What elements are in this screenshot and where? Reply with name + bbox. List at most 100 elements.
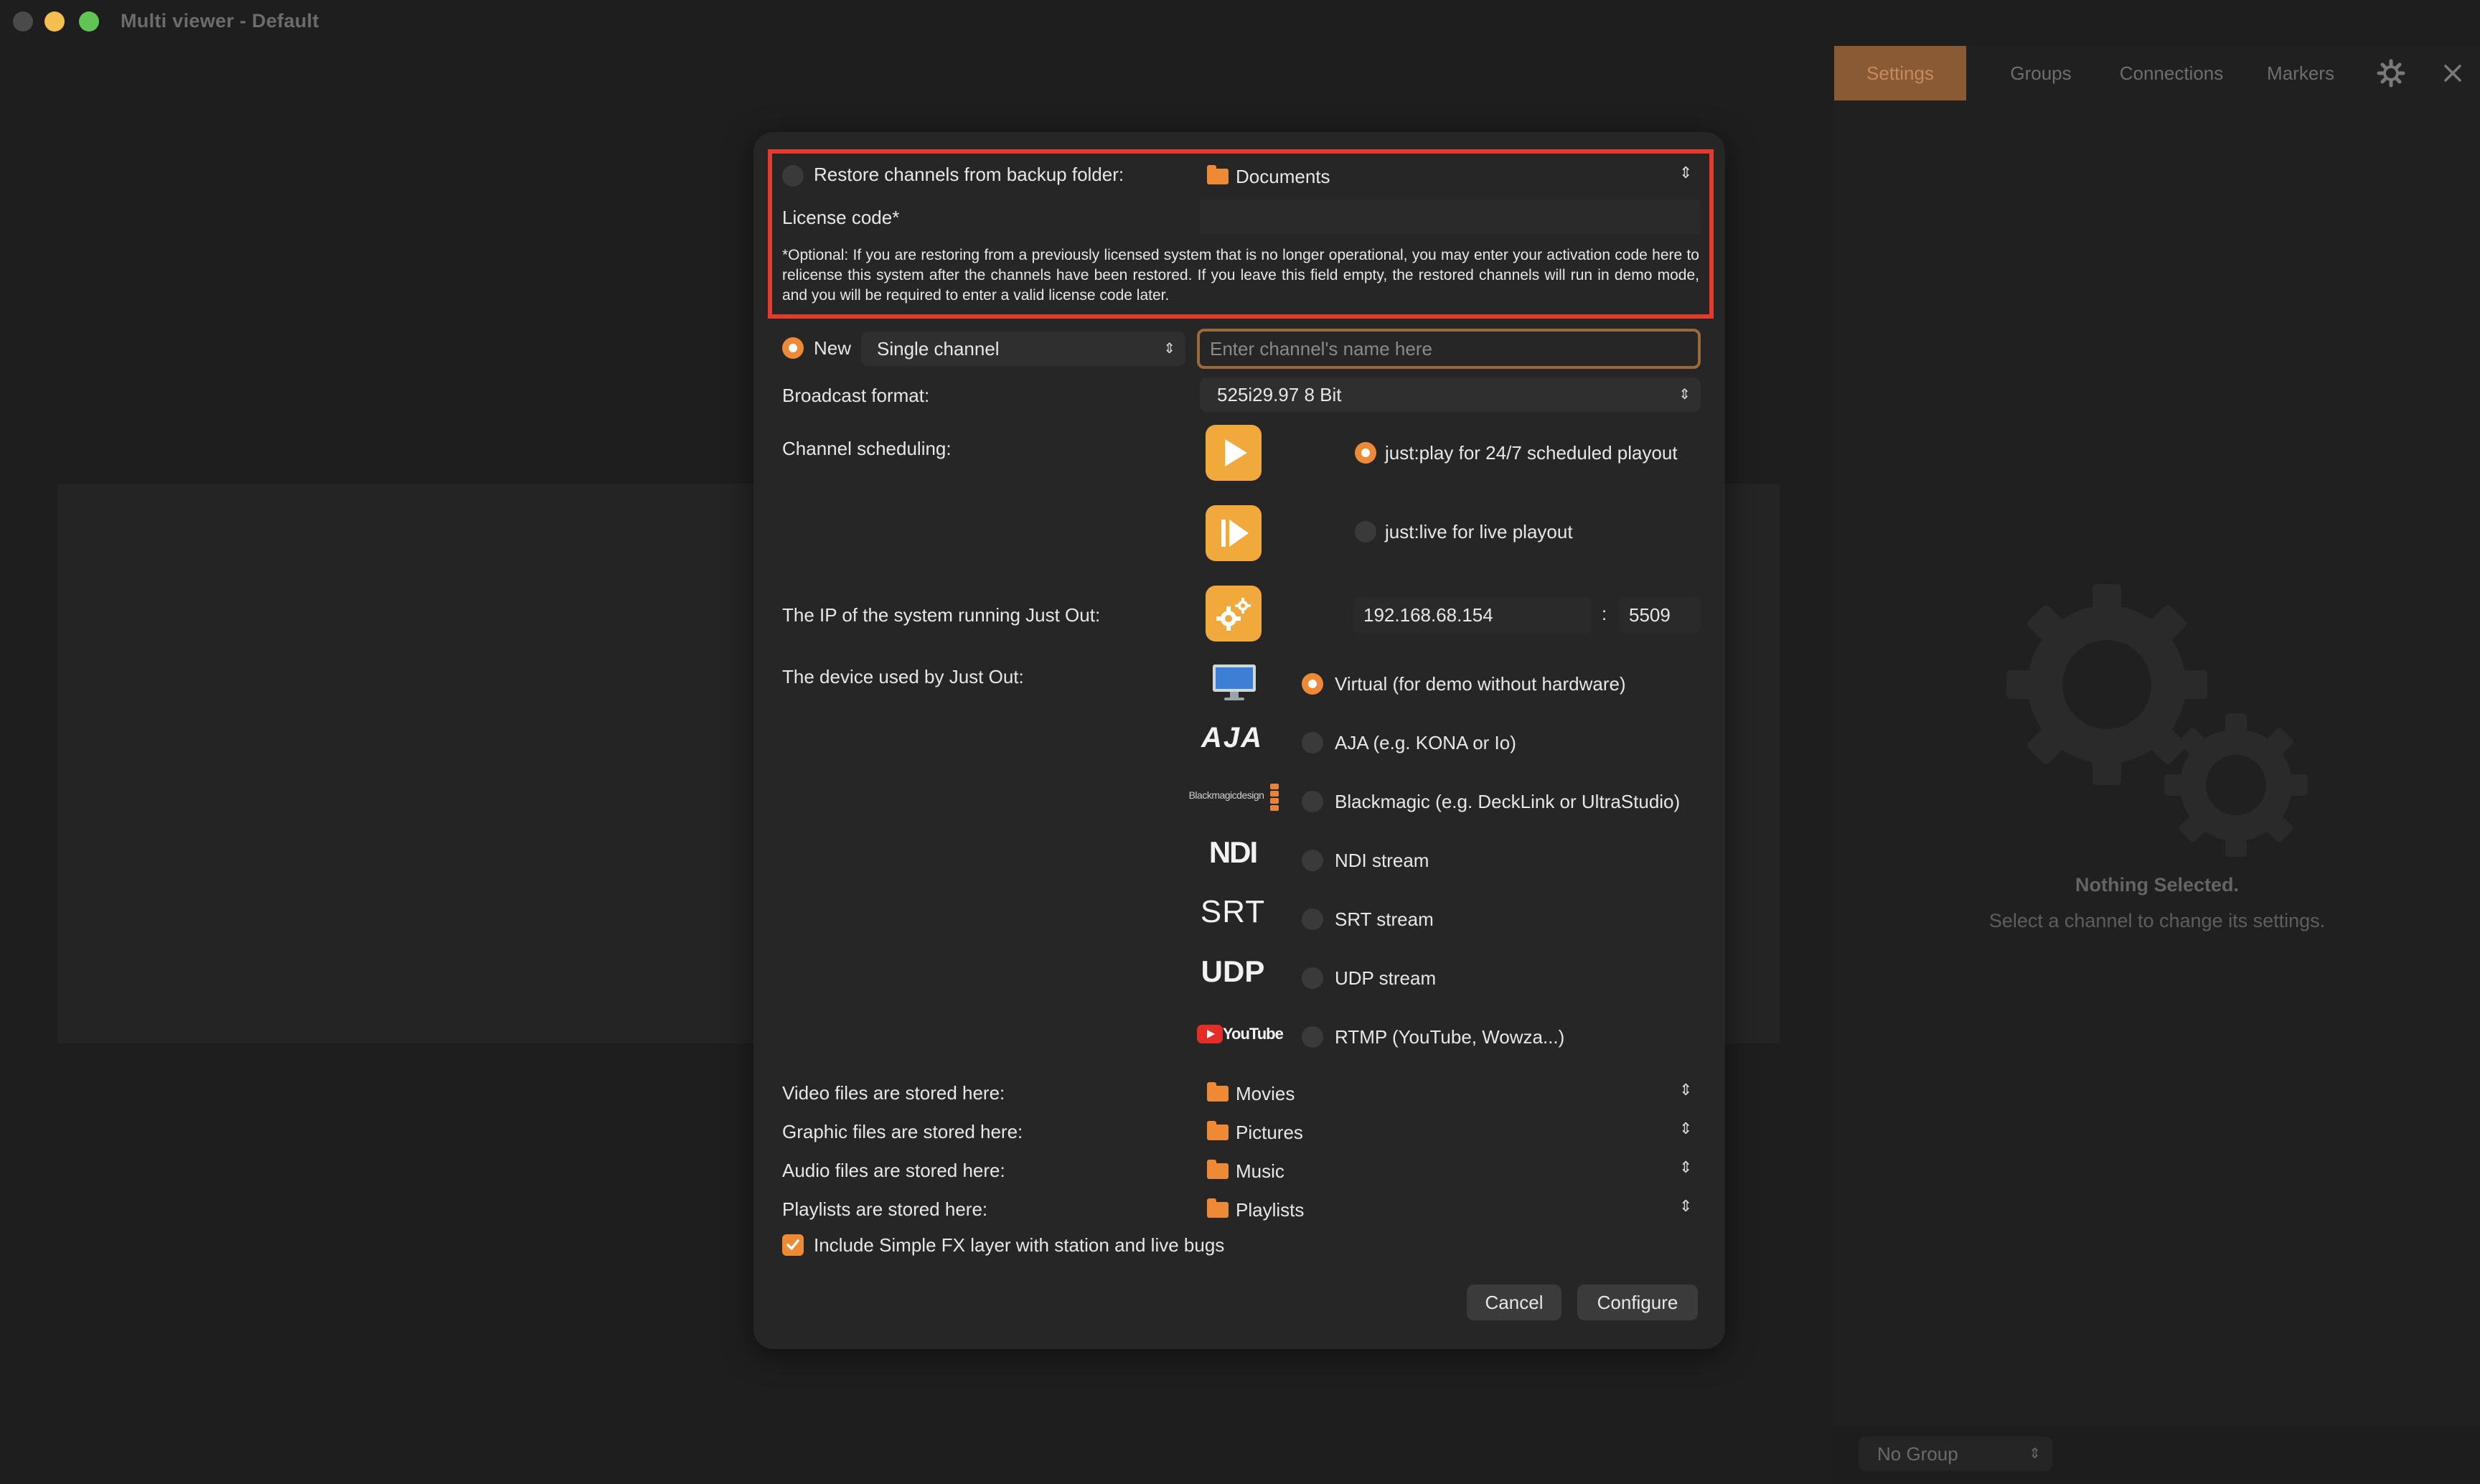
configure-button[interactable]: Configure xyxy=(1577,1285,1698,1320)
youtube-logo: YouTube xyxy=(1223,1025,1284,1043)
device-aja-radio[interactable] xyxy=(1302,732,1323,753)
license-code-input[interactable] xyxy=(1200,199,1701,234)
title-bar: Multi viewer - Default xyxy=(0,0,2480,46)
ip-address-field[interactable]: 192.168.68.154 xyxy=(1353,597,1592,633)
graphic-folder-label: Pictures xyxy=(1236,1122,1303,1143)
new-channel-radio[interactable] xyxy=(782,337,804,359)
group-selector[interactable]: No Group ⇕ xyxy=(1859,1437,2052,1471)
video-folder-popup[interactable]: Movies xyxy=(1207,1078,1295,1109)
license-label: License code* xyxy=(782,207,900,228)
settings-sidebar: Settings Groups Connections Markers Noth… xyxy=(1834,46,2480,1484)
device-virtual-radio[interactable] xyxy=(1302,673,1323,695)
port-field[interactable]: 5509 xyxy=(1619,597,1701,633)
chevron-updown-icon: ⇕ xyxy=(1679,1158,1693,1176)
audio-storage-label: Audio files are stored here: xyxy=(782,1160,1005,1181)
channel-type-label: Single channel xyxy=(877,338,1000,360)
folder-icon xyxy=(1207,1082,1229,1102)
folder-icon xyxy=(1207,1121,1229,1141)
justlive-radio[interactable] xyxy=(1355,521,1376,543)
chevron-updown-icon: ⇕ xyxy=(1679,164,1693,182)
restore-radio[interactable] xyxy=(782,165,804,187)
youtube-play-icon xyxy=(1197,1025,1223,1043)
justplay-app-icon xyxy=(1206,425,1262,481)
aja-logo: AJA xyxy=(1201,722,1264,753)
playlist-storage-label: Playlists are stored here: xyxy=(782,1198,988,1220)
chevron-updown-icon: ⇕ xyxy=(1678,387,1691,403)
device-rtmp-label: RTMP (YouTube, Wowza...) xyxy=(1335,1026,1565,1048)
empty-gears-icon xyxy=(2006,584,2308,857)
playlist-folder-popup[interactable]: Playlists xyxy=(1207,1194,1304,1226)
port-value: 5509 xyxy=(1629,604,1671,626)
ip-port-separator: : xyxy=(1602,603,1607,624)
broadcast-format-value: 525i29.97 8 Bit xyxy=(1217,384,1342,405)
device-blackmagic-label: Blackmagic (e.g. DeckLink or UltraStudio… xyxy=(1335,791,1681,812)
cancel-button[interactable]: Cancel xyxy=(1467,1285,1561,1320)
device-blackmagic-radio[interactable] xyxy=(1302,791,1323,812)
gear-icon[interactable] xyxy=(2377,59,2405,88)
empty-state-subtitle: Select a channel to change its settings. xyxy=(1988,910,2326,931)
justout-app-icon xyxy=(1206,586,1262,642)
tab-markers[interactable]: Markers xyxy=(2249,46,2352,100)
chevron-updown-icon: ⇕ xyxy=(1163,341,1175,357)
srt-logo: SRT xyxy=(1200,894,1266,929)
ip-label: The IP of the system running Just Out: xyxy=(782,604,1101,626)
device-aja-label: AJA (e.g. KONA or Io) xyxy=(1335,732,1516,753)
justplay-radio[interactable] xyxy=(1355,442,1376,464)
device-ndi-radio[interactable] xyxy=(1302,850,1323,871)
group-selector-label: No Group xyxy=(1877,1443,1958,1465)
device-virtual-label: Virtual (for demo without hardware) xyxy=(1335,673,1626,695)
close-window-button[interactable] xyxy=(13,11,33,32)
device-udp-radio[interactable] xyxy=(1302,967,1323,989)
broadcast-format-popup[interactable]: 525i29.97 8 Bit ⇕ xyxy=(1200,377,1701,412)
channel-name-input[interactable]: Enter channel's name here xyxy=(1197,329,1701,369)
tab-settings[interactable]: Settings xyxy=(1834,46,1966,100)
include-fx-label: Include Simple FX layer with station and… xyxy=(814,1234,1225,1256)
graphic-folder-popup[interactable]: Pictures xyxy=(1207,1117,1303,1148)
chevron-updown-icon: ⇕ xyxy=(1679,1119,1693,1137)
broadcast-format-label: Broadcast format: xyxy=(782,385,930,406)
include-fx-checkbox[interactable] xyxy=(782,1234,804,1256)
sidebar-tabs: Settings Groups Connections Markers xyxy=(1834,46,2480,100)
ip-address-value: 192.168.68.154 xyxy=(1363,604,1493,626)
ndi-logo: NDI xyxy=(1208,835,1258,869)
blackmagic-mark-icon xyxy=(1270,784,1279,812)
license-note: *Optional: If you are restoring from a p… xyxy=(782,247,1699,304)
chevron-updown-icon: ⇕ xyxy=(1679,1081,1693,1099)
audio-folder-popup[interactable]: Music xyxy=(1207,1155,1284,1187)
empty-state-title: Nothing Selected. xyxy=(2075,874,2240,896)
sidebar-footer: No Group ⇕ xyxy=(1834,1427,2480,1484)
device-ndi-label: NDI stream xyxy=(1335,850,1429,871)
device-srt-radio[interactable] xyxy=(1302,908,1323,930)
restore-folder-label: Documents xyxy=(1236,166,1330,187)
device-label: The device used by Just Out: xyxy=(782,666,1024,687)
audio-folder-label: Music xyxy=(1236,1160,1284,1182)
device-udp-label: UDP stream xyxy=(1335,967,1437,989)
zoom-window-button[interactable] xyxy=(79,11,99,32)
graphic-storage-label: Graphic files are stored here: xyxy=(782,1121,1023,1142)
close-icon[interactable] xyxy=(2441,62,2464,85)
tab-groups[interactable]: Groups xyxy=(1991,46,2091,100)
video-folder-label: Movies xyxy=(1236,1083,1295,1104)
justplay-label: just:play for 24/7 scheduled playout xyxy=(1385,442,1678,464)
device-rtmp-radio[interactable] xyxy=(1302,1026,1323,1048)
justlive-app-icon xyxy=(1206,505,1262,561)
app-window: Multi viewer - Default Settings Groups C… xyxy=(0,0,2480,1484)
chevron-updown-icon: ⇕ xyxy=(1679,1197,1693,1215)
folder-icon xyxy=(1207,1198,1229,1218)
minimize-window-button[interactable] xyxy=(44,11,65,32)
chevron-updown-icon: ⇕ xyxy=(2029,1446,2041,1462)
device-srt-label: SRT stream xyxy=(1335,908,1434,930)
playlist-folder-label: Playlists xyxy=(1236,1199,1305,1221)
blackmagic-logo: Blackmagicdesign xyxy=(1188,789,1264,801)
tab-connections[interactable]: Connections xyxy=(2100,46,2243,100)
video-storage-label: Video files are stored here: xyxy=(782,1082,1005,1104)
channel-type-popup[interactable]: Single channel ⇕ xyxy=(861,332,1185,366)
udp-logo: UDP xyxy=(1201,954,1265,988)
restore-folder-popup[interactable]: Documents xyxy=(1207,161,1330,192)
restore-label: Restore channels from backup folder: xyxy=(814,164,1124,185)
monitor-icon xyxy=(1211,663,1257,703)
folder-icon xyxy=(1207,1160,1229,1180)
scheduling-label: Channel scheduling: xyxy=(782,438,952,459)
window-title: Multi viewer - Default xyxy=(121,10,319,32)
new-channel-label: New xyxy=(814,337,852,359)
